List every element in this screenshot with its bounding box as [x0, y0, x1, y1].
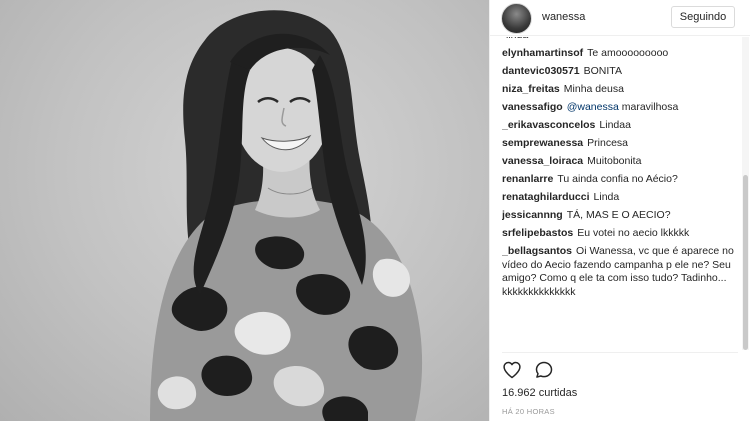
comment-author[interactable]: _bellagsantos: [502, 245, 572, 257]
post-username[interactable]: wanessa: [542, 11, 585, 23]
comment-item: niza_freitas Minha deusa: [502, 83, 738, 97]
comment-item: jessicannng TÁ, MAS E O AECIO?: [502, 209, 738, 223]
comment-text: Te amooooooooo: [587, 47, 669, 59]
comment-text: Minha deusa: [563, 83, 624, 95]
divider: [502, 352, 738, 353]
comment-text: TÁ, MAS E O AECIO?: [566, 209, 671, 221]
comment-author[interactable]: jessicannng: [502, 209, 563, 221]
comment-text: Tu ainda confia no Aécio?: [557, 173, 678, 185]
comment-item: _erikavasconcelos Lindaa: [502, 119, 738, 133]
post-photo[interactable]: [0, 0, 489, 421]
portrait-illustration: [150, 10, 423, 421]
comment-author[interactable]: renataghilarducci: [502, 191, 590, 203]
comment-author[interactable]: vanessa_loiraca: [502, 155, 583, 167]
comment-text: Princesa: [587, 137, 628, 149]
comments-scrollbar[interactable]: [742, 37, 749, 350]
comment-item: semprewanessa Princesa: [502, 137, 738, 151]
comment-author[interactable]: elynhamartinsof: [502, 47, 583, 59]
heart-icon[interactable]: [502, 360, 522, 380]
comment-bubble-icon[interactable]: [534, 360, 554, 380]
post-sidebar: wanessa Seguindo linda elynhamartinsof Te…: [489, 0, 750, 421]
likes-count[interactable]: 16.962 curtidas: [502, 387, 577, 399]
comment-item: _bellagsantos Oi Wanessa, vc que é aparec…: [502, 245, 738, 299]
comment-item: elynhamartinsof Te amooooooooo: [502, 47, 738, 61]
comment-author[interactable]: semprewanessa: [502, 137, 583, 149]
comment-text: Eu votei no aecio lkkkkk: [577, 227, 690, 239]
comment-text: linda: [506, 37, 528, 41]
comment-item: linda: [502, 37, 738, 43]
comment-text: BONITA: [583, 65, 622, 77]
comment-mention[interactable]: @wanessa: [567, 101, 619, 113]
comment-author[interactable]: dantevic030571: [502, 65, 580, 77]
comment-item: vanessafigo @wanessa maravilhosa: [502, 101, 738, 115]
comment-text: Linda: [593, 191, 620, 203]
comment-author[interactable]: niza_freitas: [502, 83, 560, 95]
comment-author[interactable]: vanessafigo: [502, 101, 563, 113]
comment-item: vanessa_loiraca Muitobonita: [502, 155, 738, 169]
comment-author[interactable]: _erikavasconcelos: [502, 119, 595, 131]
comment-item: renanlarre Tu ainda confia no Aécio?: [502, 173, 738, 187]
post-timestamp[interactable]: HÁ 20 HORAS: [502, 407, 555, 416]
comment-author[interactable]: renanlarre: [502, 173, 553, 185]
post-header: wanessa Seguindo: [490, 0, 750, 36]
comment-text: Muitobonita: [587, 155, 642, 167]
comment-item: srfelipebastos Eu votei no aecio lkkkkk: [502, 227, 738, 241]
following-button[interactable]: Seguindo: [671, 6, 735, 28]
comment-item: dantevic030571 BONITA: [502, 65, 738, 79]
comment-text: maravilhosa: [621, 101, 679, 113]
comment-item: renataghilarducci Linda: [502, 191, 738, 205]
scrollbar-thumb[interactable]: [743, 175, 748, 350]
avatar[interactable]: [501, 3, 532, 34]
comments-list[interactable]: linda elynhamartinsof Te amooooooooo dant…: [502, 37, 738, 350]
comment-text: Lindaa: [599, 119, 631, 131]
comment-author[interactable]: srfelipebastos: [502, 227, 573, 239]
